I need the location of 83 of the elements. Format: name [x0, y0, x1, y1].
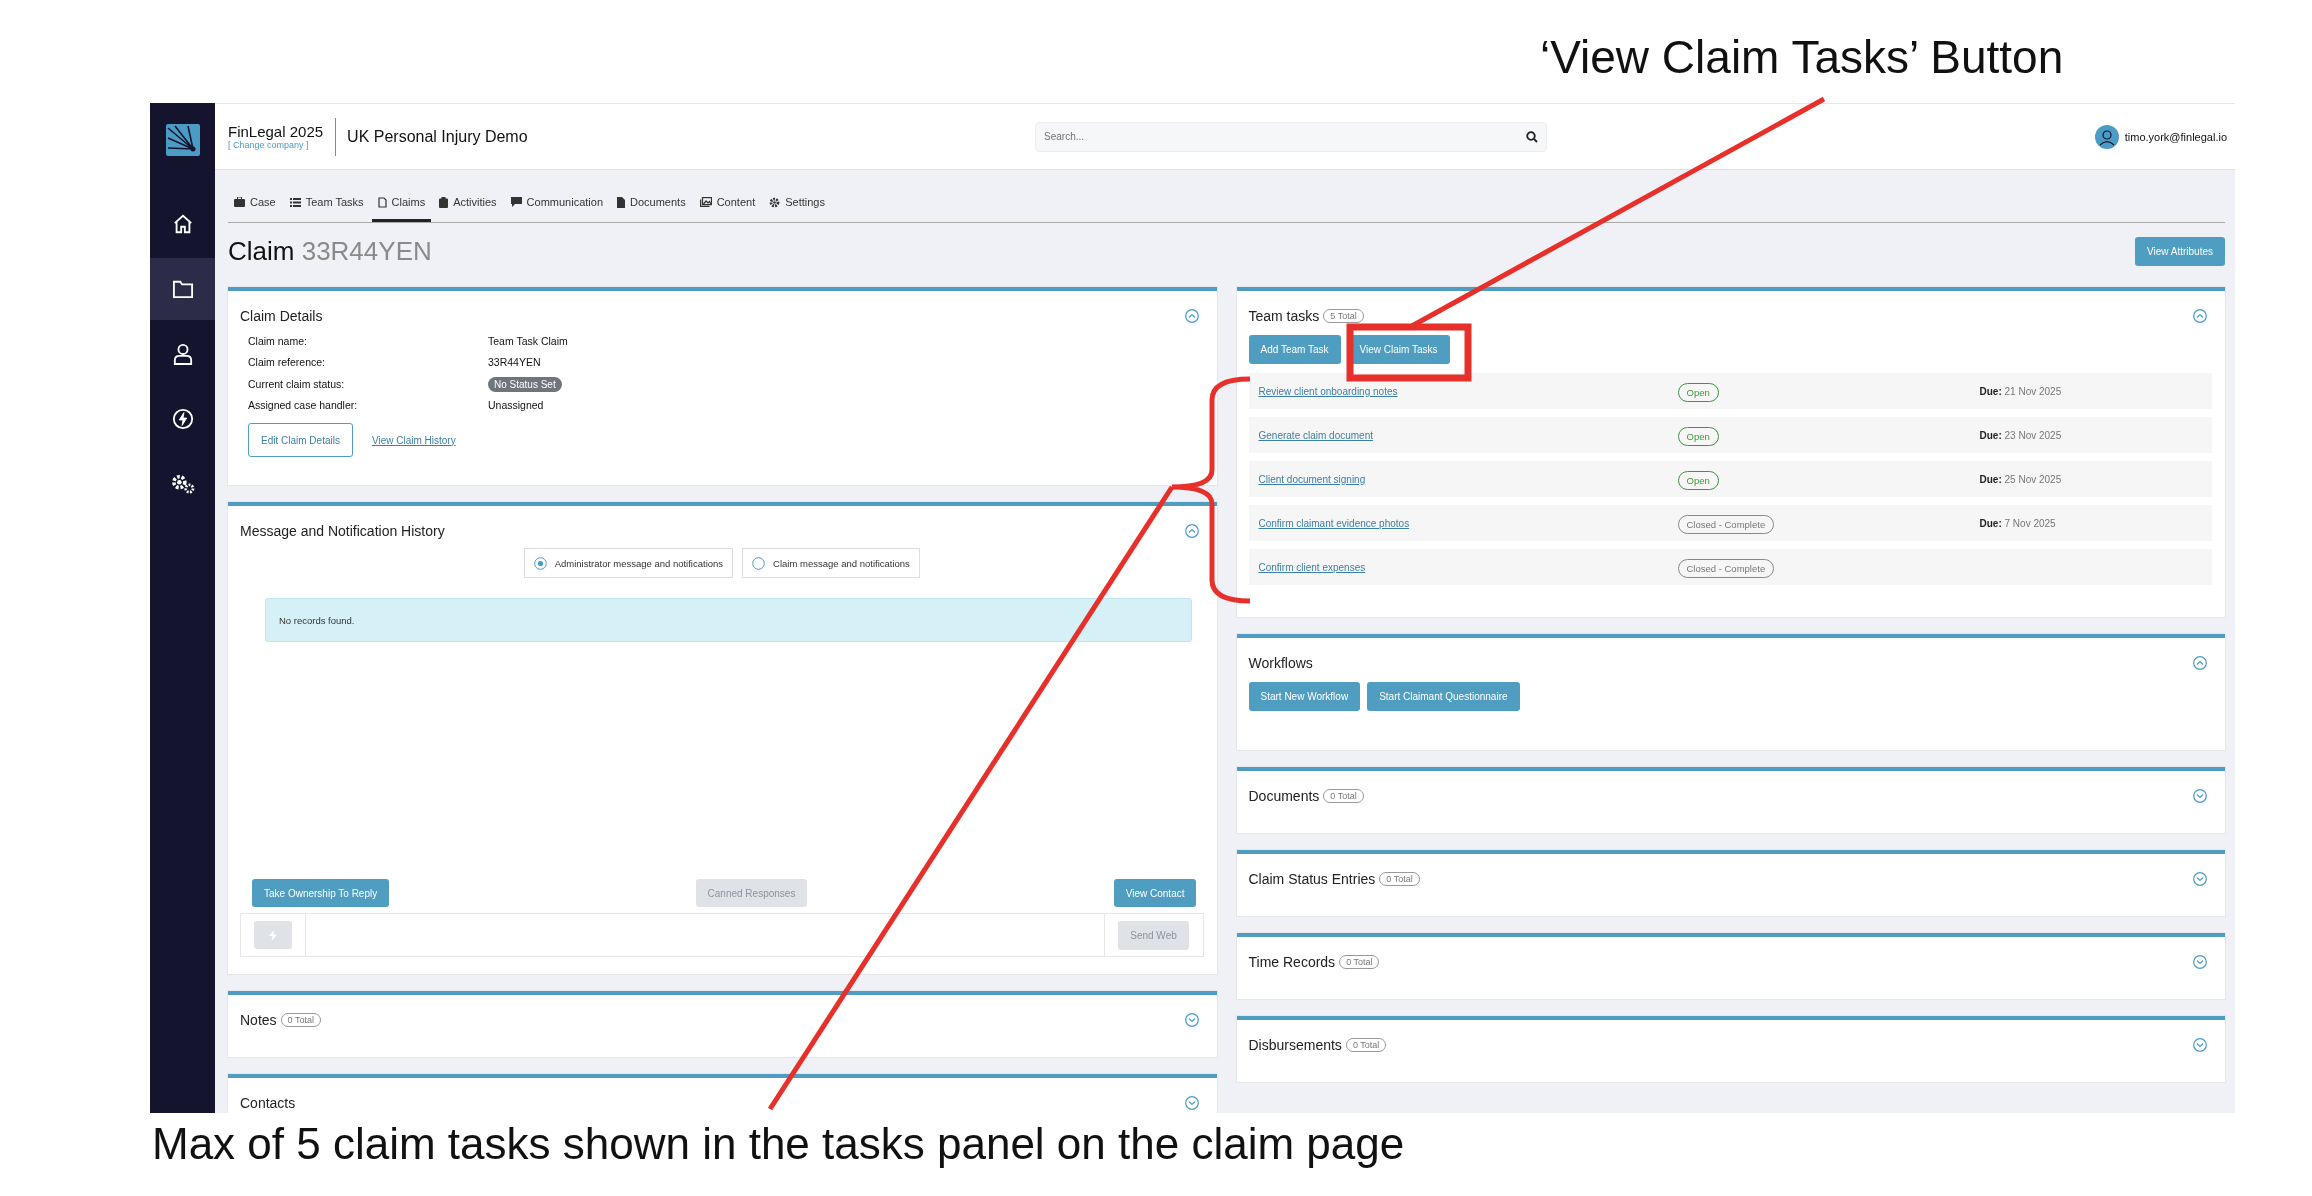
nav-tab[interactable]: Communication [504, 185, 609, 222]
user-email: timo.york@finlegal.io [2124, 130, 2227, 143]
panel-title: Message and Notification History [240, 523, 445, 539]
file-icon [617, 196, 625, 208]
briefcase-icon [234, 197, 245, 207]
speech-bubble-icon [510, 197, 522, 207]
search-icon [1526, 130, 1539, 143]
folder-icon [171, 279, 194, 299]
task-link[interactable]: Generate claim document [1258, 429, 1678, 441]
workflow-button[interactable]: Start New Workflow [1248, 682, 1361, 711]
task-link[interactable]: Review client onboarding notes [1258, 385, 1678, 397]
task-link[interactable]: Confirm claimant evidence photos [1258, 517, 1678, 529]
status-badge: No Status Set [488, 377, 562, 392]
sidebar-item[interactable] [150, 258, 215, 320]
nav-tab[interactable]: Settings [763, 185, 831, 222]
task-link[interactable]: Client document signing [1258, 473, 1678, 485]
workflow-button[interactable]: Start Claimant Questionnaire [1367, 682, 1520, 711]
gear-icon [769, 196, 781, 208]
nav-tab[interactable]: Case [228, 185, 282, 222]
field-value: Unassigned [488, 400, 545, 411]
edit-claim-details-button[interactable]: Edit Claim Details [248, 423, 353, 457]
chevron-icon[interactable] [1184, 309, 1199, 323]
empty-records-alert: No records found. [265, 598, 1192, 642]
task-link[interactable]: Confirm client expenses [1258, 561, 1678, 573]
take-ownership-button[interactable]: Take Ownership To Reply [252, 879, 390, 907]
chevron-icon[interactable] [1184, 524, 1199, 538]
panel-title: Disbursements [1248, 1037, 1342, 1053]
radio-option[interactable]: Claim message and notifications [742, 548, 920, 578]
avatar-icon [2094, 124, 2119, 149]
search-field[interactable]: Search... [1035, 121, 1548, 152]
radio-icon[interactable] [533, 556, 547, 570]
project-name: UK Personal Injury Demo [347, 127, 529, 146]
due-date: Due: 23 Nov 2025 [1979, 429, 2063, 441]
field-label: Claim name: [248, 336, 308, 347]
panel-title: Team tasks [1248, 308, 1320, 324]
home-icon [171, 213, 194, 235]
panel-title: Contacts [240, 1095, 296, 1111]
nav-tab[interactable]: Claims [371, 185, 432, 222]
images-icon [699, 197, 712, 207]
annotation-caption: Max of 5 claim tasks shown in the tasks panel on the claim page [152, 1119, 1405, 1168]
team-task-button[interactable]: Add Team Task [1248, 335, 1341, 364]
bolt-icon [171, 408, 194, 430]
field-label: Claim reference: [248, 357, 327, 368]
chevron-icon[interactable] [2193, 955, 2207, 969]
chevron-icon[interactable] [2193, 309, 2207, 323]
chevron-icon[interactable] [1184, 1013, 1199, 1027]
view-claim-history-link[interactable]: View Claim History [371, 434, 456, 446]
organisation-name: FinLegal 2025 [228, 123, 324, 140]
annotation-title: ‘View Claim Tasks’ Button [1540, 31, 2064, 83]
panel-title: Workflows [1248, 655, 1313, 671]
logo-icon [165, 124, 200, 156]
field-value: 33R44YEN [488, 357, 542, 368]
user-icon [172, 343, 193, 365]
clipboard-icon [439, 196, 449, 208]
panel-title: Notes [240, 1012, 277, 1028]
field-label: Assigned case handler: [248, 400, 359, 411]
nav-tab[interactable]: Content [693, 185, 762, 222]
gears-icon [170, 474, 195, 494]
due-date: Due: 25 Nov 2025 [1979, 473, 2063, 485]
field-label: Current claim status: [248, 378, 346, 390]
view-attributes-button[interactable]: View Attributes [2135, 236, 2225, 266]
panel-title: Documents [1248, 788, 1320, 804]
chevron-icon[interactable] [2193, 656, 2207, 670]
page-title: Claim 33R44YEN [228, 235, 432, 267]
radio-option[interactable]: Administrator message and notifications [523, 548, 734, 578]
chevron-icon[interactable] [2193, 872, 2207, 886]
view-contact-button[interactable]: View Contact [1113, 879, 1197, 907]
chevron-icon[interactable] [2193, 789, 2207, 803]
nav-tab[interactable]: Team Tasks [283, 185, 370, 222]
chevron-icon[interactable] [2193, 1038, 2207, 1052]
panel-title: Claim Status Entries [1248, 871, 1376, 887]
list-icon [289, 197, 301, 207]
change-company-link[interactable]: [ Change company ] [228, 140, 324, 150]
document-icon [377, 196, 387, 208]
field-value: Team Task Claim [488, 336, 569, 347]
nav-tab[interactable]: Documents [611, 185, 692, 222]
panel-title: Time Records [1248, 954, 1336, 970]
due-date: Due: 7 Nov 2025 [1979, 517, 2057, 529]
chevron-icon[interactable] [1184, 1096, 1199, 1110]
radio-icon[interactable] [752, 556, 766, 570]
nav-tab[interactable]: Activities [433, 185, 503, 222]
panel-title: Claim Details [240, 308, 323, 324]
due-date: Due: 21 Nov 2025 [1979, 385, 2063, 397]
